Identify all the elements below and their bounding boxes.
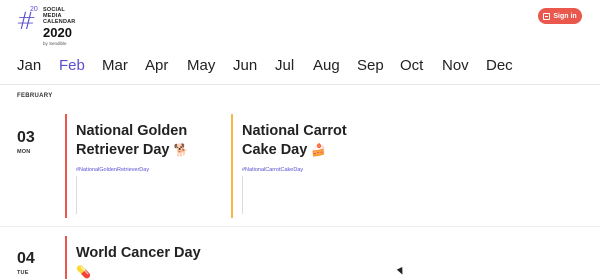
event-title: National Carrot Cake Day 🍰 — [242, 122, 347, 160]
month-section-label: FEBRUARY — [17, 93, 53, 99]
event-color-bar — [65, 236, 67, 279]
day-date: 03 MON — [17, 129, 35, 155]
event-title: National Golden Retriever Day 🐕 — [76, 122, 188, 160]
event-title-line-1: National Golden — [76, 123, 188, 139]
event-title: World Cancer Day 💊 — [76, 244, 201, 279]
event-card[interactable]: National Carrot Cake Day 🍰 #NationalCarr… — [231, 114, 381, 218]
event-title-line-1: National Carrot — [242, 123, 347, 139]
month-tab-dec[interactable]: Dec — [486, 54, 513, 78]
event-title-line-2: Cake Day — [242, 142, 308, 158]
month-tab-jul[interactable]: Jul — [275, 54, 294, 78]
mouse-cursor-icon — [396, 267, 406, 276]
month-tab-nov[interactable]: Nov — [442, 54, 469, 78]
sign-in-button[interactable]: Sign in — [538, 8, 582, 24]
month-tab-jan[interactable]: Jan — [17, 54, 41, 78]
month-tab-oct[interactable]: Oct — [400, 54, 423, 78]
logo-superscript: 20 — [30, 6, 38, 13]
month-tab-mar[interactable]: Mar — [102, 54, 128, 78]
top-bar: # 20 SOCIAL MEDIA CALENDAR 2020 by Sendi… — [0, 0, 600, 52]
event-card[interactable]: World Cancer Day 💊 — [65, 236, 225, 279]
cake-icon: 🍰 — [311, 143, 327, 157]
event-hashtag[interactable]: #NationalGoldenRetrieverDay — [76, 167, 149, 173]
month-nav-divider — [0, 84, 600, 85]
sign-in-label: Sign in — [553, 12, 577, 20]
logo-text: SOCIAL MEDIA CALENDAR 2020 by Sendible — [43, 7, 75, 46]
event-color-bar — [65, 114, 67, 218]
day-weekday: TUE — [17, 270, 29, 276]
month-tab-jun[interactable]: Jun — [233, 54, 257, 78]
month-tab-feb[interactable]: Feb — [59, 54, 85, 78]
event-card[interactable]: National Golden Retriever Day 🐕 #Nationa… — [65, 114, 215, 218]
event-title-line-1: World Cancer Day — [76, 245, 201, 261]
day-weekday: MON — [17, 149, 31, 155]
event-color-bar — [231, 114, 233, 218]
month-nav: Jan Feb Mar Apr May Jun Jul Aug Sep Oct … — [0, 54, 600, 82]
logo[interactable]: # 20 SOCIAL MEDIA CALENDAR 2020 by Sendi… — [16, 6, 136, 48]
pill-icon: 💊 — [76, 265, 91, 279]
day-number: 04 — [17, 250, 35, 267]
dog-icon: 🐕 — [173, 143, 189, 157]
day-divider — [0, 226, 600, 227]
day-number: 03 — [17, 129, 35, 146]
month-tab-apr[interactable]: Apr — [145, 54, 168, 78]
logo-byline: by Sendible — [43, 41, 67, 46]
month-tab-aug[interactable]: Aug — [313, 54, 340, 78]
event-thin-line — [242, 176, 243, 214]
sign-in-icon — [543, 12, 551, 20]
month-tab-may[interactable]: May — [187, 54, 215, 78]
event-title-line-2: Retriever Day — [76, 142, 170, 158]
event-hashtag[interactable]: #NationalCarrotCakeDay — [242, 167, 303, 173]
month-tab-sep[interactable]: Sep — [357, 54, 384, 78]
logo-year: 2020 — [43, 25, 72, 40]
event-thin-line — [76, 176, 77, 214]
day-date: 04 TUE — [17, 250, 35, 276]
